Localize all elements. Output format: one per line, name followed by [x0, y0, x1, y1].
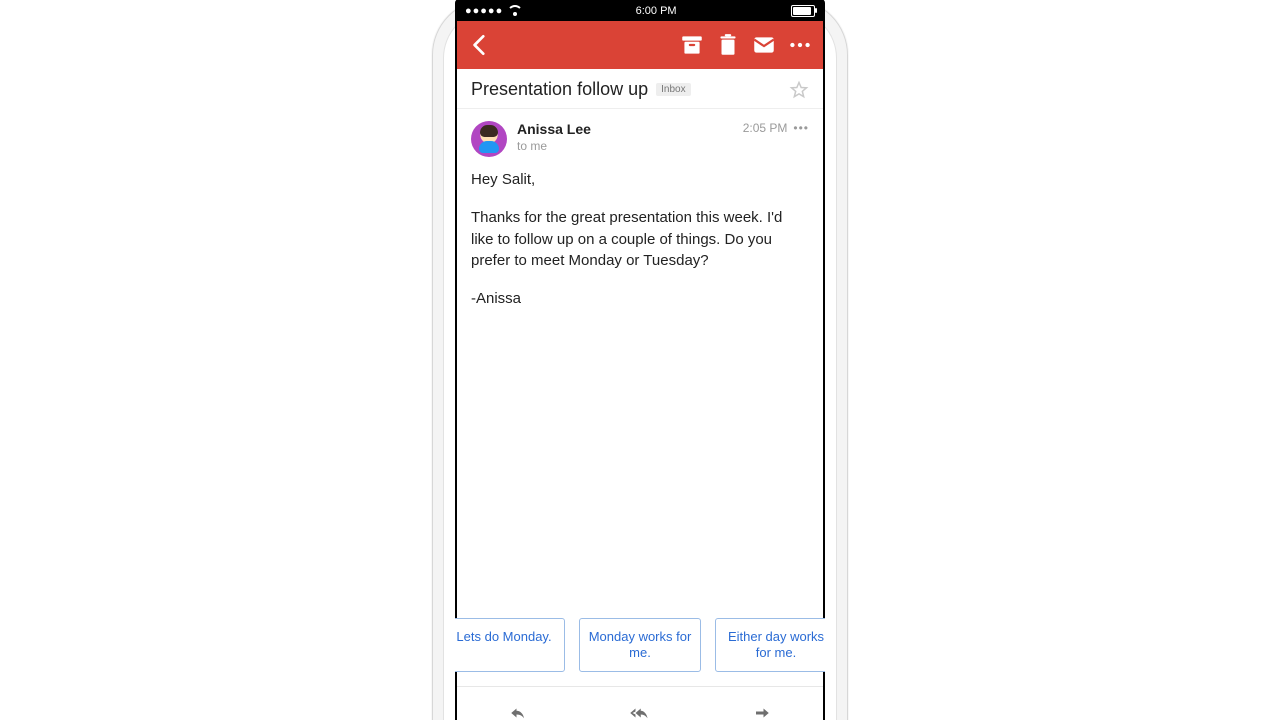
- mark-unread-button[interactable]: [751, 32, 777, 58]
- forward-button[interactable]: Forward: [701, 687, 823, 720]
- phone-frame: ●●●●● 6:00 PM: [432, 0, 848, 720]
- sender-name[interactable]: Anissa Lee: [517, 121, 591, 137]
- signal-icon: ●●●●●: [465, 5, 521, 17]
- email-body: Hey Salit, Thanks for the great presenta…: [457, 157, 823, 334]
- reply-button[interactable]: Reply: [457, 687, 579, 720]
- bottom-actions: Reply Reply all Forward: [457, 686, 823, 720]
- star-button[interactable]: [789, 80, 809, 100]
- battery-icon: [791, 5, 815, 17]
- back-button[interactable]: [467, 32, 493, 58]
- inbox-label[interactable]: Inbox: [656, 83, 690, 96]
- archive-button[interactable]: [679, 32, 705, 58]
- message-more-icon[interactable]: •••: [793, 121, 809, 135]
- body-greeting: Hey Salit,: [471, 169, 809, 191]
- smart-reply-row: Lets do Monday. Monday works for me. Eit…: [457, 618, 823, 687]
- more-button[interactable]: [787, 32, 813, 58]
- divider: [457, 108, 823, 109]
- reply-all-button[interactable]: Reply all: [579, 687, 701, 720]
- email-subject: Presentation follow up: [471, 79, 648, 100]
- app-bar: [457, 21, 823, 69]
- body-signature: -Anissa: [471, 288, 809, 310]
- smart-reply-1[interactable]: Lets do Monday.: [455, 618, 565, 673]
- recipient-line[interactable]: to me: [517, 139, 591, 153]
- smart-reply-2[interactable]: Monday works for me.: [579, 618, 701, 673]
- wifi-icon: [509, 7, 521, 16]
- delete-button[interactable]: [715, 32, 741, 58]
- smart-reply-3[interactable]: Either day works for me.: [715, 618, 825, 673]
- avatar[interactable]: [471, 121, 507, 157]
- message-time: 2:05 PM: [743, 121, 788, 135]
- body-paragraph: Thanks for the great presentation this w…: [471, 207, 809, 272]
- status-time: 6:00 PM: [636, 5, 677, 17]
- status-bar: ●●●●● 6:00 PM: [457, 1, 823, 21]
